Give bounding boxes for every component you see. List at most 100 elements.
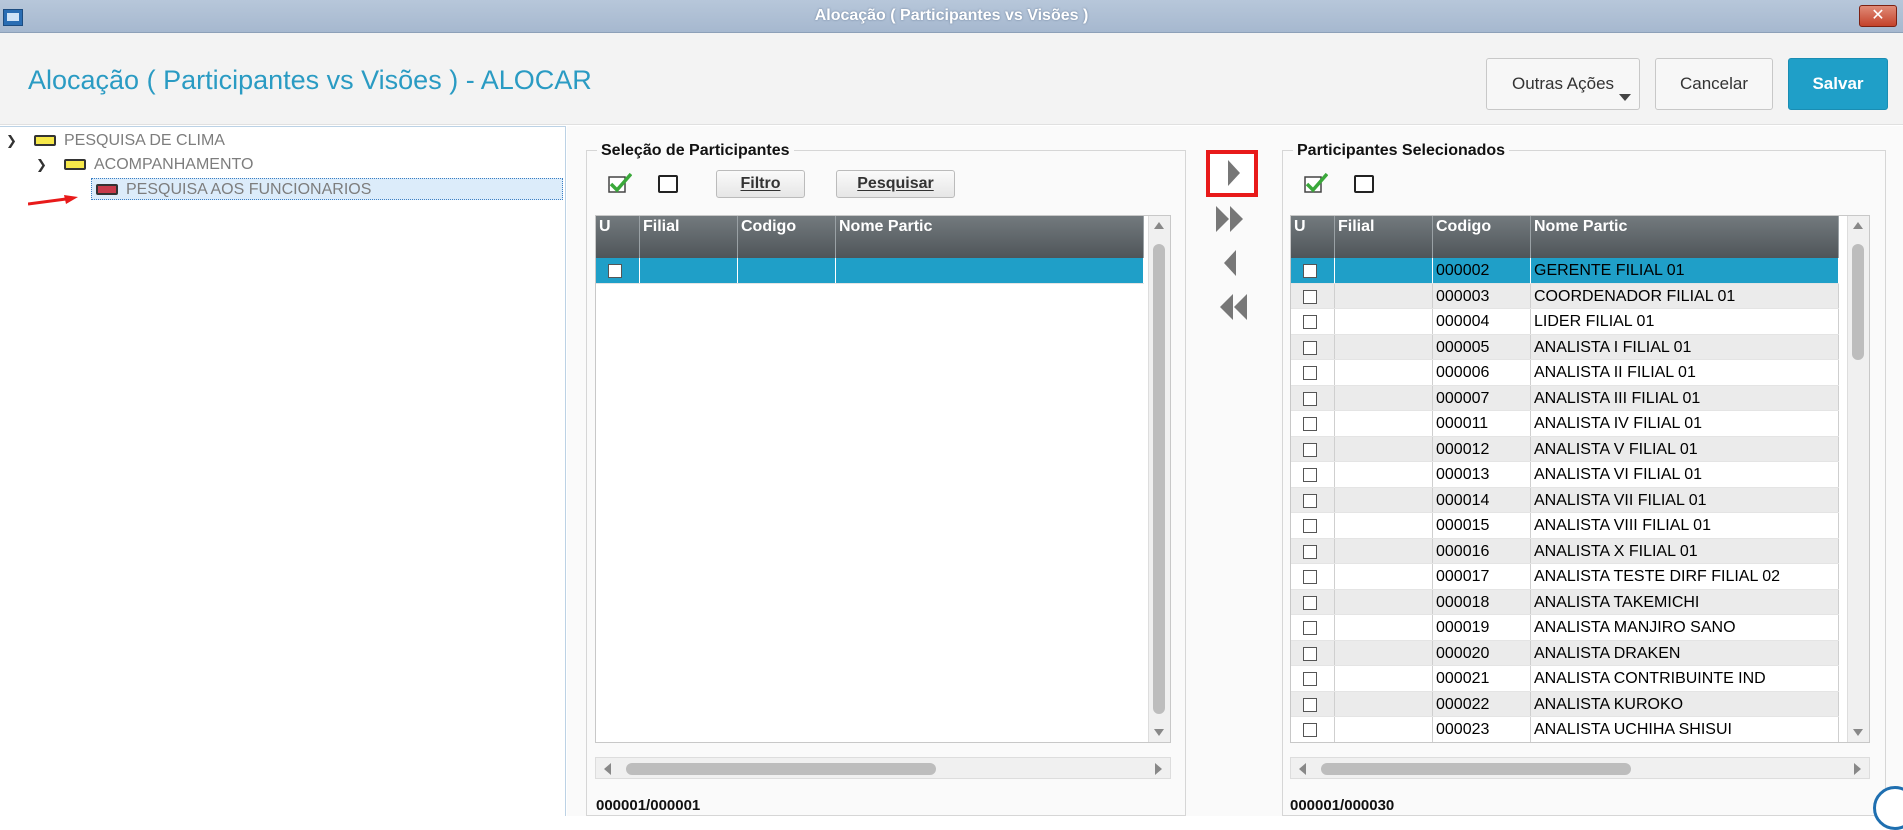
table-row[interactable]: 000002GERENTE FILIAL 01 xyxy=(1291,258,1839,284)
vertical-scrollbar[interactable] xyxy=(1148,216,1170,742)
row-checkbox[interactable] xyxy=(1303,570,1317,584)
selection-counter: 000001/000001 xyxy=(596,797,700,814)
table-row[interactable]: 000003COORDENADOR FILIAL 01 xyxy=(1291,284,1839,310)
row-checkbox[interactable] xyxy=(1303,519,1317,533)
table-row[interactable]: 000019ANALISTA MANJIRO SANO xyxy=(1291,615,1839,641)
column-header[interactable]: Codigo xyxy=(1433,216,1531,258)
table-row[interactable]: 000007ANALISTA III FILIAL 01 xyxy=(1291,386,1839,412)
chevron-down-icon[interactable]: ❯ xyxy=(36,154,50,176)
tree-node-pesquisa-aos-funcionarios[interactable]: PESQUISA AOS FUNCIONARIOS xyxy=(91,178,563,200)
row-checkbox[interactable] xyxy=(1303,494,1317,508)
horizontal-scrollbar[interactable] xyxy=(595,757,1171,779)
column-header[interactable]: Filial xyxy=(640,216,738,258)
scroll-thumb[interactable] xyxy=(1852,244,1864,360)
check-all-icon[interactable] xyxy=(608,172,632,194)
column-header[interactable]: Nome Partic xyxy=(836,216,1144,258)
filial-cell xyxy=(1335,284,1433,309)
help-icon[interactable] xyxy=(1873,786,1903,830)
scroll-left-icon[interactable] xyxy=(1299,763,1306,775)
table-row[interactable]: 000014ANALISTA VII FILIAL 01 xyxy=(1291,488,1839,514)
scroll-thumb[interactable] xyxy=(1321,763,1631,775)
scroll-up-icon[interactable] xyxy=(1154,222,1164,229)
row-checkbox[interactable] xyxy=(1303,621,1317,635)
checkbox-cell xyxy=(1291,309,1335,334)
codigo-cell: 000005 xyxy=(1433,335,1531,360)
table-row[interactable]: 000013ANALISTA VI FILIAL 01 xyxy=(1291,462,1839,488)
filial-cell xyxy=(1335,488,1433,513)
table-row[interactable]: 000011ANALISTA IV FILIAL 01 xyxy=(1291,411,1839,437)
table-row[interactable]: 000018ANALISTA TAKEMICHI xyxy=(1291,590,1839,616)
checkbox-cell xyxy=(1291,564,1335,589)
row-checkbox[interactable] xyxy=(1303,392,1317,406)
table-row[interactable]: 000023ANALISTA UCHIHA SHISUI xyxy=(1291,717,1839,743)
scroll-down-icon[interactable] xyxy=(1853,729,1863,736)
table-row[interactable]: 000021ANALISTA CONTRIBUINTE IND xyxy=(1291,666,1839,692)
move-all-right-button[interactable] xyxy=(1210,200,1254,240)
scroll-thumb[interactable] xyxy=(626,763,936,775)
window-title: Alocação ( Participantes vs Visões ) xyxy=(0,7,1903,25)
move-one-right-button[interactable] xyxy=(1206,150,1258,197)
table-row[interactable]: 000004LIDER FILIAL 01 xyxy=(1291,309,1839,335)
table-row[interactable]: 000015ANALISTA VIII FILIAL 01 xyxy=(1291,513,1839,539)
row-checkbox[interactable] xyxy=(1303,443,1317,457)
row-checkbox[interactable] xyxy=(1303,468,1317,482)
codigo-cell: 000021 xyxy=(1433,666,1531,691)
folder-icon xyxy=(64,159,86,170)
column-header[interactable]: U xyxy=(1291,216,1335,258)
uncheck-all-icon[interactable] xyxy=(1354,175,1374,193)
scroll-thumb[interactable] xyxy=(1153,244,1165,714)
close-button[interactable]: ✕ xyxy=(1859,5,1897,27)
checkbox-cell xyxy=(1291,335,1335,360)
table-row[interactable] xyxy=(596,258,1144,284)
scroll-down-icon[interactable] xyxy=(1154,729,1164,736)
search-button[interactable]: Pesquisar xyxy=(836,170,955,198)
row-checkbox[interactable] xyxy=(1303,545,1317,559)
filial-cell xyxy=(1335,539,1433,564)
table-row[interactable]: 000022ANALISTA KUROKO xyxy=(1291,692,1839,718)
table-row[interactable]: 000017ANALISTA TESTE DIRF FILIAL 02 xyxy=(1291,564,1839,590)
table-row[interactable]: 000005ANALISTA I FILIAL 01 xyxy=(1291,335,1839,361)
row-checkbox[interactable] xyxy=(1303,341,1317,355)
horizontal-scrollbar[interactable] xyxy=(1290,757,1870,779)
column-header[interactable]: Filial xyxy=(1335,216,1433,258)
table-row[interactable]: 000006ANALISTA II FILIAL 01 xyxy=(1291,360,1839,386)
scroll-left-icon[interactable] xyxy=(604,763,611,775)
row-checkbox[interactable] xyxy=(1303,672,1317,686)
row-checkbox[interactable] xyxy=(1303,647,1317,661)
row-checkbox[interactable] xyxy=(1303,315,1317,329)
more-actions-button[interactable]: Outras Ações xyxy=(1486,58,1640,110)
filter-button[interactable]: Filtro xyxy=(716,170,805,198)
tree-node-acompanhamento[interactable]: ❯ACOMPANHAMENTO xyxy=(36,154,253,176)
row-checkbox[interactable] xyxy=(1303,698,1317,712)
save-button[interactable]: Salvar xyxy=(1788,58,1888,110)
row-checkbox[interactable] xyxy=(1303,290,1317,304)
chevron-down-icon[interactable]: ❯ xyxy=(6,130,20,152)
table-row[interactable]: 000012ANALISTA V FILIAL 01 xyxy=(1291,437,1839,463)
scroll-up-icon[interactable] xyxy=(1853,222,1863,229)
table-row[interactable]: 000020ANALISTA DRAKEN xyxy=(1291,641,1839,667)
row-checkbox[interactable] xyxy=(608,264,622,278)
move-one-left-button[interactable] xyxy=(1210,246,1254,286)
checkbox-cell xyxy=(1291,258,1335,283)
nome-cell: ANALISTA X FILIAL 01 xyxy=(1531,539,1839,564)
scroll-right-icon[interactable] xyxy=(1155,763,1162,775)
column-header[interactable]: Nome Partic xyxy=(1531,216,1839,258)
column-header[interactable]: U xyxy=(596,216,640,258)
filial-cell xyxy=(1335,615,1433,640)
tree-node-pesquisa-de-clima[interactable]: ❯PESQUISA DE CLIMA xyxy=(6,130,225,152)
check-all-icon[interactable] xyxy=(1304,172,1328,194)
row-checkbox[interactable] xyxy=(1303,596,1317,610)
filial-cell xyxy=(1335,411,1433,436)
row-checkbox[interactable] xyxy=(1303,417,1317,431)
move-all-left-button[interactable] xyxy=(1210,290,1254,330)
cancel-button[interactable]: Cancelar xyxy=(1655,58,1773,110)
row-checkbox[interactable] xyxy=(1303,723,1317,737)
uncheck-all-icon[interactable] xyxy=(658,175,678,193)
row-checkbox[interactable] xyxy=(1303,366,1317,380)
column-header[interactable]: Codigo xyxy=(738,216,836,258)
scroll-right-icon[interactable] xyxy=(1854,763,1861,775)
table-row[interactable]: 000016ANALISTA X FILIAL 01 xyxy=(1291,539,1839,565)
selected-title: Participantes Selecionados xyxy=(1293,142,1509,160)
vertical-scrollbar[interactable] xyxy=(1847,216,1869,742)
row-checkbox[interactable] xyxy=(1303,264,1317,278)
